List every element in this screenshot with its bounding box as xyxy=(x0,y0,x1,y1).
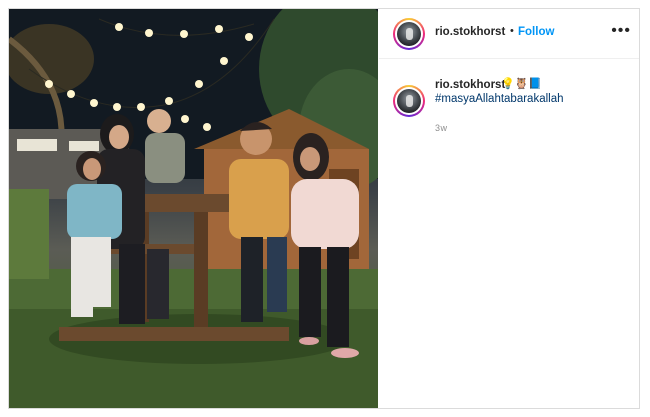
profile-avatar-icon[interactable] xyxy=(393,18,425,50)
follow-button[interactable]: Follow xyxy=(518,26,554,38)
hashtag-link[interactable]: #masyaAllahtabarakallah xyxy=(435,93,564,105)
caption-username-link[interactable]: rio.stokhorst xyxy=(435,79,505,91)
caption-avatar-icon[interactable] xyxy=(393,85,425,117)
separator-dot: • xyxy=(510,25,514,37)
instagram-post: rio.stokhorst • Follow ••• rio.stokhorst… xyxy=(8,8,640,409)
page: rio.stokhorst • Follow ••• rio.stokhorst… xyxy=(0,0,650,417)
family-photo-illustration xyxy=(9,9,378,408)
post-side-panel: rio.stokhorst • Follow ••• rio.stokhorst… xyxy=(379,9,639,408)
post-header: rio.stokhorst • Follow ••• xyxy=(379,9,639,59)
post-timestamp: 3w xyxy=(435,123,448,131)
more-options-icon[interactable]: ••• xyxy=(611,23,631,39)
caption-emojis: 💡🦉📘 xyxy=(501,78,543,90)
header-username-link[interactable]: rio.stokhorst xyxy=(435,26,505,38)
post-photo[interactable] xyxy=(9,9,378,408)
